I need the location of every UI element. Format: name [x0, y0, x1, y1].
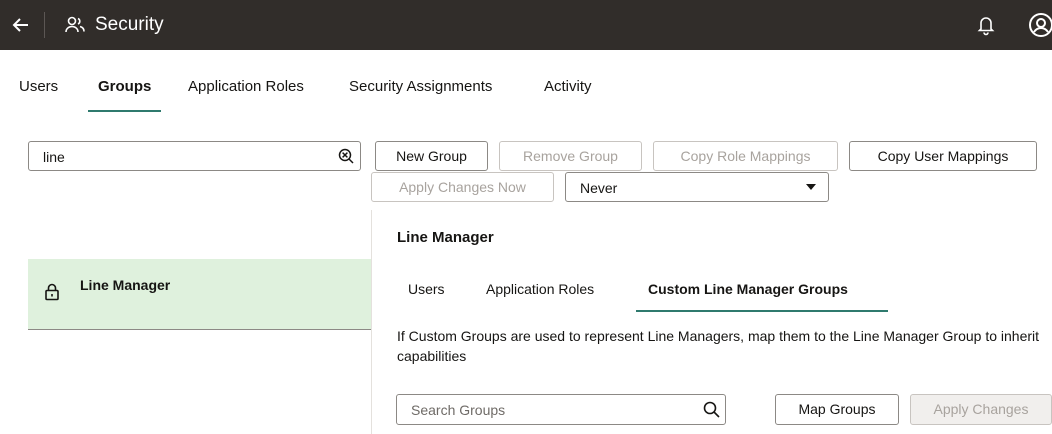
subtab-custom-line-manager-groups[interactable]: Custom Line Manager Groups: [648, 281, 848, 297]
remove-group-button[interactable]: Remove Group: [499, 141, 642, 171]
active-subtab-indicator: [636, 310, 888, 312]
schedule-select-value: Never: [580, 180, 618, 196]
list-divider: [28, 329, 372, 330]
map-groups-button[interactable]: Map Groups: [775, 394, 899, 425]
user-avatar-icon[interactable]: [1028, 12, 1052, 38]
subtab-application-roles[interactable]: Application Roles: [486, 281, 594, 297]
tab-activity[interactable]: Activity: [544, 78, 592, 95]
group-filter-value: line: [43, 149, 65, 165]
tab-security-assignments[interactable]: Security Assignments: [349, 78, 492, 95]
list-item[interactable]: Line Manager: [28, 259, 372, 329]
list-item-label: Line Manager: [80, 277, 171, 293]
search-icon[interactable]: [703, 401, 720, 418]
chevron-down-icon: [806, 184, 816, 190]
subtab-users[interactable]: Users: [408, 281, 445, 297]
active-tab-indicator: [88, 110, 161, 112]
apply-changes-button[interactable]: Apply Changes: [910, 394, 1052, 425]
users-icon: [64, 15, 86, 35]
search-groups-placeholder: Search Groups: [411, 402, 506, 418]
copy-user-mappings-button[interactable]: Copy User Mappings: [849, 141, 1037, 171]
group-filter-input[interactable]: line: [28, 141, 361, 171]
copy-role-mappings-button[interactable]: Copy Role Mappings: [653, 141, 838, 171]
bell-icon[interactable]: [976, 14, 996, 36]
detail-title: Line Manager: [397, 229, 494, 246]
apply-changes-now-button[interactable]: Apply Changes Now: [371, 172, 554, 202]
clear-search-icon[interactable]: [338, 148, 354, 164]
arrow-left-icon[interactable]: [10, 14, 32, 36]
lock-icon: [44, 283, 60, 301]
page-title: Security: [95, 14, 164, 35]
panel-divider: [371, 210, 372, 434]
schedule-select[interactable]: Never: [565, 172, 829, 202]
app-header: Security: [0, 0, 1052, 50]
tab-groups[interactable]: Groups: [98, 78, 151, 95]
header-divider: [44, 12, 45, 38]
tab-application-roles[interactable]: Application Roles: [188, 78, 304, 95]
new-group-button[interactable]: New Group: [375, 141, 488, 171]
search-groups-input[interactable]: Search Groups: [396, 394, 726, 425]
detail-description: If Custom Groups are used to represent L…: [397, 328, 1040, 364]
tab-users[interactable]: Users: [19, 78, 58, 95]
